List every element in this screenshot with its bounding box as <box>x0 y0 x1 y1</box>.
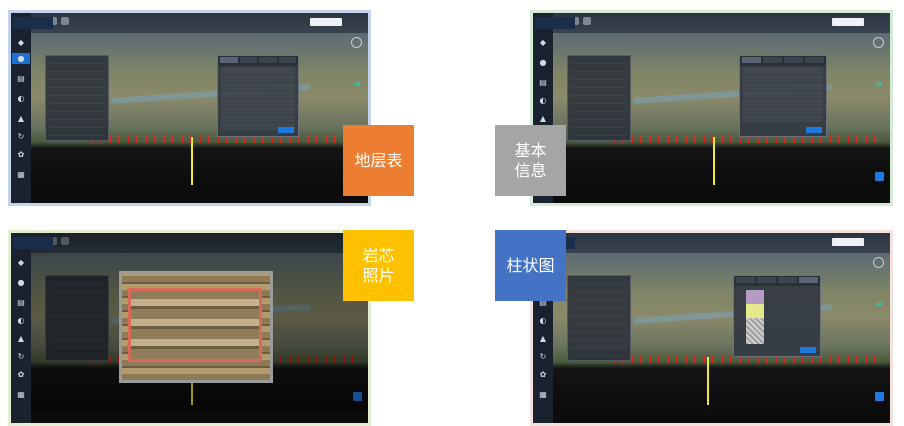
toolbar-icon[interactable] <box>583 17 591 25</box>
stratum-layer <box>746 304 764 318</box>
top-bar <box>533 13 890 33</box>
3d-scene[interactable]: ➜ <box>31 33 368 193</box>
drill-hole[interactable] <box>191 137 193 185</box>
search-input[interactable] <box>832 18 864 26</box>
sidebar-icon[interactable]: ▦ <box>15 389 27 400</box>
sidebar-icon[interactable]: ◐ <box>15 93 27 104</box>
label-basic-info: 基本 信息 <box>495 125 566 196</box>
sidebar-icon[interactable]: ✿ <box>15 369 27 380</box>
sidebar-icon[interactable]: ● <box>537 57 549 68</box>
app-logo <box>13 237 53 249</box>
screenshot-stratigraphy-table: ➜ ◆ ● ▤ ◐ ▲ ↻ ✿ ▦ <box>8 10 371 206</box>
sidebar-icon[interactable]: ↻ <box>15 351 27 362</box>
3d-scene[interactable]: ➜ <box>553 253 890 413</box>
sidebar-icon[interactable]: ◆ <box>15 257 27 268</box>
status-bar <box>31 193 368 203</box>
label-column-chart: 柱状图 <box>495 230 566 301</box>
core-tray-image <box>128 288 262 362</box>
action-button[interactable] <box>875 392 884 401</box>
sidebar-icon[interactable]: ✿ <box>537 369 549 380</box>
sidebar-icon[interactable]: ◐ <box>537 315 549 326</box>
sidebar-icon[interactable]: ↻ <box>537 351 549 362</box>
sidebar-icon[interactable]: ▤ <box>15 297 27 308</box>
toolbar-icon[interactable] <box>61 17 69 25</box>
sidebar-icon[interactable]: ▦ <box>537 389 549 400</box>
arrow-icon[interactable]: ➜ <box>353 81 362 90</box>
search-input[interactable] <box>310 18 342 26</box>
status-bar <box>553 413 890 423</box>
stratum-layer <box>746 318 764 344</box>
sidebar-icon[interactable]: ● <box>15 277 27 288</box>
sidebar-icon[interactable]: ▲ <box>537 113 549 124</box>
sidebar: ◆ ● ▤ ◐ ▲ ↻ ✿ ▦ <box>11 233 31 423</box>
arrow-icon[interactable]: ➜ <box>875 301 884 310</box>
column-chart-dialog <box>733 275 821 357</box>
borehole-list-panel <box>45 55 109 144</box>
app-logo <box>535 17 575 29</box>
borehole-list-panel <box>567 55 631 144</box>
sidebar-icon[interactable]: ◐ <box>537 95 549 106</box>
sidebar: ◆ ● ▤ ◐ ▲ ↻ ✿ ▦ <box>11 13 31 203</box>
borehole-list-panel <box>567 275 631 364</box>
sidebar-icon[interactable]: ▲ <box>15 333 27 344</box>
top-bar <box>11 13 368 33</box>
drill-hole[interactable] <box>713 137 715 185</box>
top-bar <box>533 233 890 253</box>
compass-icon[interactable] <box>873 37 884 48</box>
sidebar-icon[interactable]: ▤ <box>537 77 549 88</box>
screenshot-core-photo: ◆ ● ▤ ◐ ▲ ↻ ✿ ▦ <box>8 230 371 426</box>
sidebar-icon[interactable]: ▤ <box>15 73 27 84</box>
3d-scene[interactable]: ➜ <box>553 33 890 193</box>
status-bar <box>31 413 368 423</box>
screenshot-basic-info: ➜ ◆ ● ▤ ◐ ▲ ↻ ✿ ▦ <box>530 10 893 206</box>
label-stratigraphy-table: 地层表 <box>343 125 414 196</box>
basic-info-dialog <box>739 55 827 137</box>
stratum-layer <box>746 290 764 304</box>
core-photo-frame <box>119 271 273 383</box>
action-button[interactable] <box>875 172 884 181</box>
drill-hole[interactable] <box>707 357 709 405</box>
sidebar-icon[interactable]: ↻ <box>15 131 27 142</box>
sidebar-icon-active[interactable]: ● <box>12 53 30 64</box>
sidebar-icon[interactable]: ◆ <box>537 37 549 48</box>
sidebar-icon[interactable]: ◐ <box>15 315 27 326</box>
confirm-button[interactable] <box>800 347 816 353</box>
confirm-button[interactable] <box>278 127 294 133</box>
compass-icon[interactable] <box>873 257 884 268</box>
search-input[interactable] <box>832 238 864 246</box>
confirm-button[interactable] <box>806 127 822 133</box>
arrow-icon[interactable]: ➜ <box>875 81 884 90</box>
stratigraphy-dialog <box>217 55 299 137</box>
sidebar-icon[interactable]: ◆ <box>15 37 27 48</box>
sidebar-icon[interactable]: ✿ <box>15 149 27 160</box>
status-bar <box>553 193 890 203</box>
compass-icon[interactable] <box>351 37 362 48</box>
sidebar-icon[interactable]: ▦ <box>15 169 27 180</box>
sidebar-icon[interactable]: ▲ <box>537 333 549 344</box>
sidebar-icon[interactable]: ▲ <box>15 113 27 124</box>
label-core-photo: 岩芯 照片 <box>343 230 414 301</box>
screenshot-column-chart: ➜ ◆ ● ▤ ◐ ▲ ↻ ✿ ▦ <box>530 230 893 426</box>
app-logo <box>13 17 53 29</box>
